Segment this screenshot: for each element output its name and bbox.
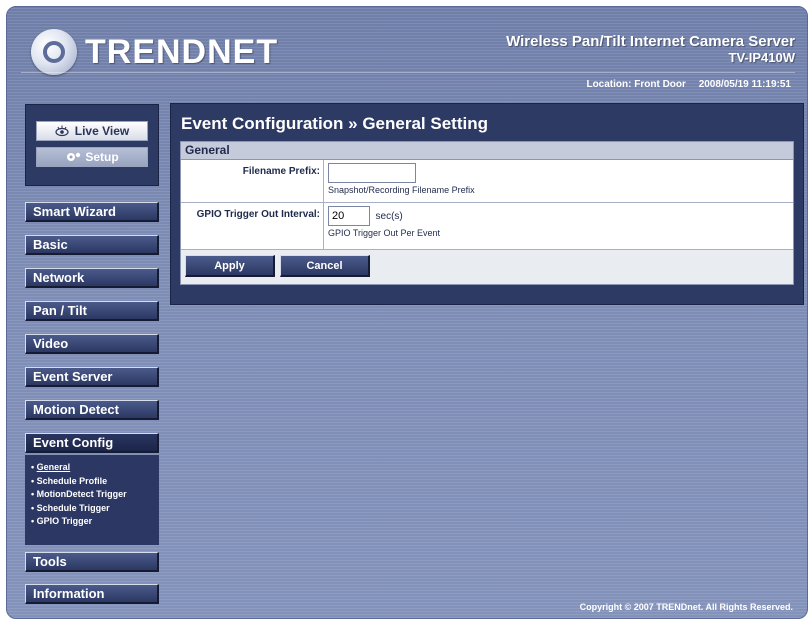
submenu-schedule-profile-label: Schedule Profile bbox=[36, 475, 108, 486]
filename-prefix-input[interactable] bbox=[328, 163, 416, 183]
menu-event-config[interactable]: Event Config bbox=[25, 433, 159, 453]
filename-prefix-cell: Snapshot/Recording Filename Prefix bbox=[328, 163, 475, 195]
filename-prefix-label: Filename Prefix: bbox=[181, 160, 324, 202]
location-text: Location: Front Door bbox=[586, 79, 686, 90]
main-panel: Event Configuration » General Setting Ge… bbox=[170, 103, 804, 305]
filename-prefix-hint: Snapshot/Recording Filename Prefix bbox=[328, 185, 475, 195]
header-divider bbox=[21, 72, 795, 73]
product-info: Wireless Pan/Tilt Internet Camera Server… bbox=[506, 33, 795, 65]
form-actions: Apply Cancel bbox=[181, 250, 793, 283]
setup-label: Setup bbox=[85, 150, 119, 164]
gpio-interval-row: GPIO Trigger Out Interval: sec(s) GPIO T… bbox=[181, 203, 793, 250]
submenu-schedule-trigger-label: Schedule Trigger bbox=[36, 502, 110, 513]
trendnet-logo: TRENDNET bbox=[31, 29, 278, 75]
cancel-button[interactable]: Cancel bbox=[280, 255, 370, 277]
gpio-interval-unit: sec(s) bbox=[375, 211, 403, 222]
menu-video[interactable]: Video bbox=[25, 334, 159, 354]
menu-tools[interactable]: Tools bbox=[25, 552, 159, 572]
gpio-interval-label: GPIO Trigger Out Interval: bbox=[181, 203, 324, 249]
submenu-schedule-profile[interactable]: • Schedule Profile bbox=[31, 475, 159, 489]
setup-button[interactable]: Setup bbox=[36, 147, 148, 167]
section-title: General bbox=[181, 142, 793, 160]
product-name: Wireless Pan/Tilt Internet Camera Server bbox=[506, 33, 795, 50]
copyright-text: Copyright © 2007 TRENDnet. All Rights Re… bbox=[579, 602, 793, 612]
filename-prefix-row: Filename Prefix: Snapshot/Recording File… bbox=[181, 160, 793, 203]
status-line: Location: Front Door 2008/05/19 11:19:51 bbox=[576, 79, 791, 90]
page-title: Event Configuration » General Setting bbox=[181, 114, 488, 133]
menu-information[interactable]: Information bbox=[25, 584, 159, 604]
eye-icon bbox=[55, 124, 69, 138]
menu-motion-detect[interactable]: Motion Detect bbox=[25, 400, 159, 420]
gpio-interval-hint: GPIO Trigger Out Per Event bbox=[328, 228, 441, 238]
gpio-interval-cell: sec(s) GPIO Trigger Out Per Event bbox=[328, 206, 440, 238]
submenu-general-label: General bbox=[36, 462, 71, 472]
logo-text: TRENDNET bbox=[85, 32, 279, 71]
menu-network[interactable]: Network bbox=[25, 268, 159, 288]
submenu-general[interactable]: • General bbox=[31, 461, 159, 475]
menu-pan-tilt[interactable]: Pan / Tilt bbox=[25, 301, 159, 321]
apply-button[interactable]: Apply bbox=[185, 255, 275, 277]
event-config-submenu: • General • Schedule Profile • MotionDet… bbox=[25, 455, 159, 545]
submenu-schedule-trigger[interactable]: • Schedule Trigger bbox=[31, 502, 159, 516]
trendnet-logo-icon bbox=[31, 29, 77, 75]
submenu-motiondetect-trigger[interactable]: • MotionDetect Trigger bbox=[31, 488, 159, 502]
menu-basic[interactable]: Basic bbox=[25, 235, 159, 255]
submenu-motiondetect-trigger-label: MotionDetect Trigger bbox=[36, 489, 127, 499]
menu-event-server[interactable]: Event Server bbox=[25, 367, 159, 387]
live-view-label: Live View bbox=[74, 124, 130, 138]
product-model: TV-IP410W bbox=[728, 50, 795, 65]
gpio-interval-input[interactable] bbox=[328, 206, 370, 226]
submenu-gpio-trigger-label: GPIO Trigger bbox=[36, 516, 93, 526]
gear-icon bbox=[65, 150, 81, 164]
menu-smart-wizard[interactable]: Smart Wizard bbox=[25, 202, 159, 222]
general-settings-form: General Filename Prefix: Snapshot/Record… bbox=[180, 141, 794, 285]
live-view-button[interactable]: Live View bbox=[36, 121, 148, 141]
view-mode-box: Live View Setup bbox=[25, 104, 159, 186]
datetime-text: 2008/05/19 11:19:51 bbox=[698, 79, 791, 90]
submenu-gpio-trigger[interactable]: • GPIO Trigger bbox=[31, 515, 159, 529]
app-frame: TRENDNET Wireless Pan/Tilt Internet Came… bbox=[6, 6, 808, 619]
